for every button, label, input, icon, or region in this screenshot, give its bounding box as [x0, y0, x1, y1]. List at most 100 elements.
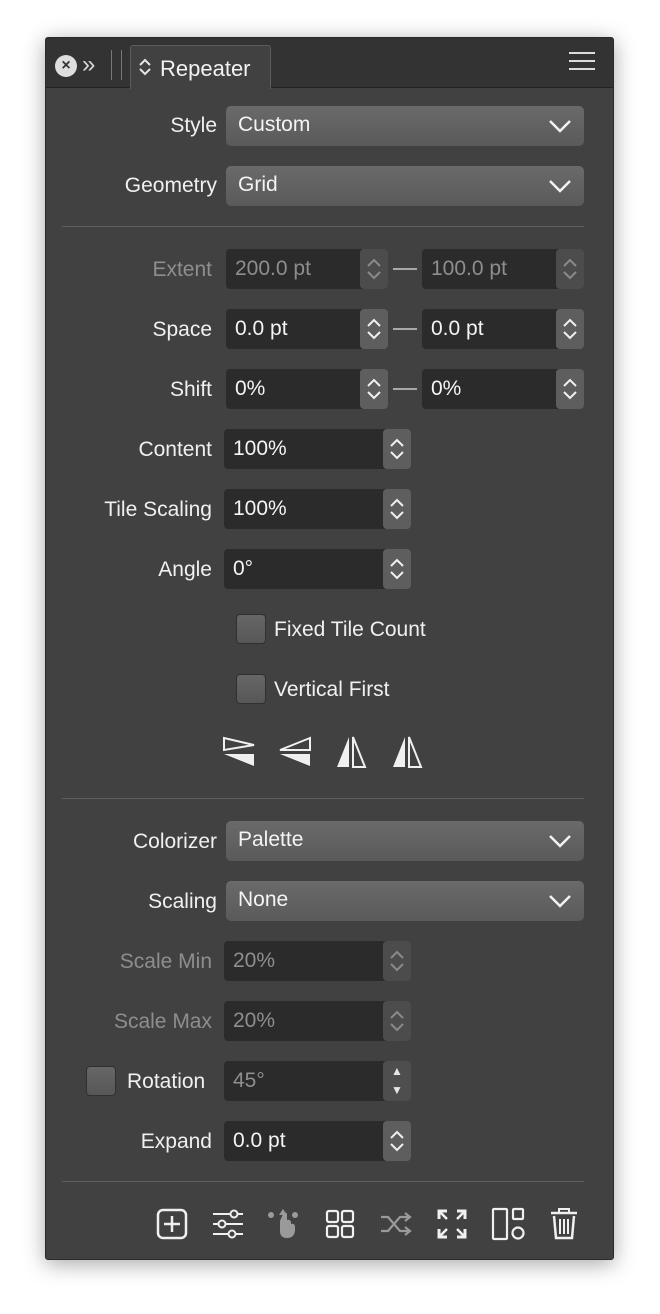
node-select-icon[interactable]	[267, 1207, 301, 1241]
grid-icon[interactable]	[323, 1207, 357, 1241]
extent-label: Extent	[152, 258, 212, 281]
shift-x-stepper[interactable]	[360, 369, 388, 409]
separator	[62, 1181, 584, 1182]
stepper-icon	[390, 438, 404, 460]
expand-field[interactable]: 0.0 pt	[224, 1121, 411, 1161]
content-value: 100%	[233, 437, 287, 460]
stepper-icon	[390, 1010, 404, 1032]
extent-height-value: 100.0 pt	[431, 257, 507, 280]
repeater-panel: × » Repeater Style Custom Geometry Grid …	[45, 37, 614, 1260]
mirror-horizontal-top-icon[interactable]	[222, 735, 256, 769]
content-stepper[interactable]	[383, 429, 411, 469]
space-x-stepper[interactable]	[360, 309, 388, 349]
space-x-field[interactable]: 0.0 pt	[226, 309, 388, 349]
tab-label: Repeater	[160, 56, 251, 81]
stepper-icon	[563, 258, 577, 280]
fixed-tile-count-label: Fixed Tile Count	[274, 618, 426, 641]
rotation-value: 45°	[233, 1069, 265, 1092]
space-y-stepper[interactable]	[556, 309, 584, 349]
extent-width-stepper[interactable]	[360, 249, 388, 289]
stepper-icon	[563, 318, 577, 340]
trash-icon[interactable]	[547, 1207, 581, 1241]
colorizer-label: Colorizer	[132, 830, 217, 853]
panel-titlebar: × » Repeater	[46, 38, 613, 89]
mirror-horizontal-bottom-icon[interactable]	[278, 735, 312, 769]
triangle-up-icon[interactable]: ▲	[383, 1061, 411, 1081]
chevron-down-icon	[549, 180, 571, 193]
stepper-icon	[390, 1130, 404, 1152]
mirror-vertical-right-icon[interactable]	[390, 735, 424, 769]
expand-label: Expand	[140, 1130, 212, 1153]
close-icon[interactable]: ×	[55, 55, 77, 77]
link-dash	[393, 388, 417, 390]
rotation-checkbox[interactable]	[86, 1066, 116, 1096]
vertical-first-label: Vertical First	[274, 678, 390, 701]
chevron-down-icon	[549, 895, 571, 908]
style-value: Custom	[238, 113, 311, 136]
extent-width-field[interactable]: 200.0 pt	[226, 249, 388, 289]
separator	[62, 798, 584, 799]
rotation-label: Rotation	[127, 1070, 206, 1093]
geometry-value: Grid	[238, 173, 278, 196]
scale-max-label: Scale Max	[113, 1010, 212, 1033]
shift-y-field[interactable]: 0%	[422, 369, 584, 409]
tile-scaling-label: Tile Scaling	[104, 498, 212, 521]
scale-max-stepper[interactable]	[383, 1001, 411, 1041]
style-dropdown[interactable]: Custom	[226, 106, 584, 146]
space-y-field[interactable]: 0.0 pt	[422, 309, 584, 349]
chevron-updown-icon	[139, 58, 151, 76]
angle-label: Angle	[158, 558, 212, 581]
extent-height-stepper[interactable]	[556, 249, 584, 289]
scaling-value: None	[238, 888, 289, 911]
scaling-dropdown[interactable]: None	[226, 881, 584, 921]
space-y-value: 0.0 pt	[431, 317, 484, 340]
angle-stepper[interactable]	[383, 549, 411, 589]
geometry-label: Geometry	[124, 174, 217, 197]
fixed-tile-count-checkbox[interactable]	[236, 614, 266, 644]
content-field[interactable]: 100%	[224, 429, 411, 469]
triangle-down-icon[interactable]: ▼	[383, 1081, 411, 1101]
add-icon[interactable]	[155, 1207, 189, 1241]
shuffle-icon[interactable]	[379, 1207, 413, 1241]
tab-repeater[interactable]: Repeater	[130, 45, 271, 89]
scale-max-value: 20%	[233, 1009, 276, 1032]
adjustments-icon[interactable]	[211, 1207, 245, 1241]
extent-width-value: 200.0 pt	[235, 257, 311, 280]
shift-label: Shift	[169, 378, 212, 401]
extent-height-field[interactable]: 100.0 pt	[422, 249, 584, 289]
angle-field[interactable]: 0°	[224, 549, 411, 589]
menu-icon[interactable]	[569, 52, 595, 74]
space-label: Space	[152, 318, 212, 341]
space-x-value: 0.0 pt	[235, 317, 288, 340]
scale-min-value: 20%	[233, 949, 276, 972]
link-dash	[393, 328, 417, 330]
expand-stepper[interactable]	[383, 1121, 411, 1161]
stepper-icon	[390, 950, 404, 972]
drag-handle[interactable]	[111, 50, 122, 80]
geometry-dropdown[interactable]: Grid	[226, 166, 584, 206]
tile-scaling-stepper[interactable]	[383, 489, 411, 529]
expand-value: 0.0 pt	[233, 1129, 286, 1152]
scale-min-field[interactable]: 20%	[224, 941, 411, 981]
shift-y-stepper[interactable]	[556, 369, 584, 409]
scale-max-field[interactable]: 20%	[224, 1001, 411, 1041]
tile-scaling-field[interactable]: 100%	[224, 489, 411, 529]
shift-x-field[interactable]: 0%	[226, 369, 388, 409]
rotation-field[interactable]: 45° ▲ ▼	[224, 1061, 411, 1101]
shift-x-value: 0%	[235, 377, 266, 400]
link-dash	[393, 268, 417, 270]
collapse-icon[interactable]: »	[82, 50, 95, 80]
stepper-icon	[390, 558, 404, 580]
expand-icon[interactable]	[435, 1207, 469, 1241]
stepper-icon	[390, 498, 404, 520]
colorizer-dropdown[interactable]: Palette	[226, 821, 584, 861]
scale-min-stepper[interactable]	[383, 941, 411, 981]
tile-scaling-value: 100%	[233, 497, 287, 520]
chevron-down-icon	[549, 835, 571, 848]
rotation-stepper[interactable]: ▲ ▼	[383, 1061, 411, 1101]
style-label: Style	[170, 114, 217, 137]
separator	[62, 226, 584, 227]
layout-icon[interactable]	[491, 1207, 525, 1241]
mirror-vertical-left-icon[interactable]	[334, 735, 368, 769]
vertical-first-checkbox[interactable]	[236, 674, 266, 704]
